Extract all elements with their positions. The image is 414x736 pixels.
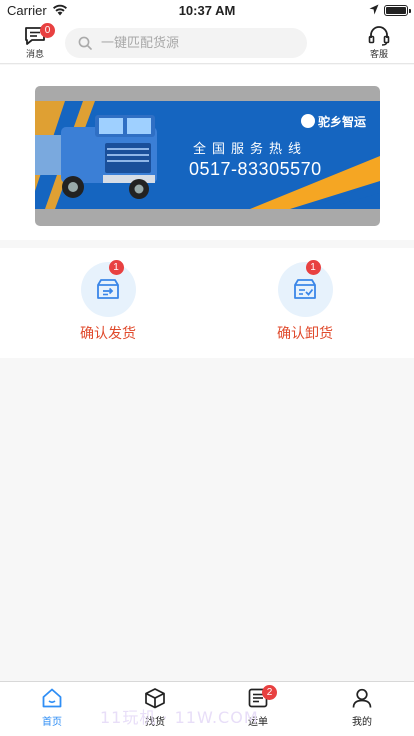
- status-bar: Carrier 10:37 AM: [0, 0, 414, 22]
- tab-home-label: 首页: [42, 717, 62, 728]
- confirm-unload-icon-circle: 1: [277, 260, 333, 317]
- confirm-shipment-badge: 1: [108, 260, 124, 275]
- tab-waybill[interactable]: 2 运单: [228, 685, 288, 733]
- tab-find-goods[interactable]: 找货: [125, 687, 185, 733]
- home-icon: [42, 688, 62, 708]
- banner-service-line: 全国服务热线: [193, 142, 308, 157]
- unload-box-icon: [293, 279, 316, 299]
- banner-section: 驼乡智运 全国服务热线 0517-83305570: [0, 65, 414, 240]
- customer-service-button[interactable]: 客服: [364, 24, 394, 62]
- clock-time: 10:37 AM: [178, 3, 236, 18]
- search-bar[interactable]: [65, 28, 307, 58]
- bottom-tab-bar: 首页 找货 2 运单 我的 11玩机 · 11W.COM: [0, 681, 414, 736]
- user-icon: [352, 688, 372, 708]
- banner-logo-text: 驼乡智运: [318, 115, 367, 129]
- tab-find-goods-label: 找货: [145, 717, 165, 728]
- quick-actions: 1 确认发货 1 确认卸货: [0, 248, 414, 358]
- logo-mark-icon: [301, 114, 315, 128]
- box-icon: [145, 688, 165, 709]
- tab-home[interactable]: 首页: [22, 687, 82, 733]
- search-icon: [78, 36, 92, 50]
- headset-icon: [368, 26, 390, 46]
- confirm-unload-badge: 1: [305, 260, 321, 275]
- banner-phone-number: 0517-83305570: [189, 159, 322, 179]
- battery-icon: [384, 5, 411, 16]
- tab-waybill-badge: 2: [262, 685, 277, 700]
- confirm-shipment-button[interactable]: 1 确认发货: [58, 260, 158, 342]
- banner-artwork: 驼乡智运 全国服务热线 0517-83305570: [35, 101, 380, 209]
- confirm-unload-label: 确认卸货: [277, 326, 333, 342]
- location-arrow-icon: [369, 4, 379, 15]
- confirm-unload-button[interactable]: 1 确认卸货: [255, 260, 355, 342]
- ship-box-icon: [96, 279, 119, 299]
- messages-button[interactable]: 消息 0: [21, 23, 55, 62]
- top-header: 消息 0 客服: [0, 22, 414, 64]
- tab-waybill-label: 运单: [248, 717, 268, 728]
- messages-label: 消息: [25, 50, 44, 60]
- search-input[interactable]: [101, 28, 296, 58]
- promo-banner[interactable]: 驼乡智运 全国服务热线 0517-83305570: [35, 86, 380, 226]
- confirm-shipment-label: 确认发货: [80, 326, 136, 342]
- messages-badge: 0: [40, 23, 55, 38]
- banner-logo: 驼乡智运: [301, 113, 366, 130]
- confirm-shipment-icon-circle: 1: [80, 260, 136, 317]
- tab-mine[interactable]: 我的: [332, 687, 392, 733]
- tab-mine-label: 我的: [352, 717, 372, 728]
- customer-service-label: 客服: [369, 50, 388, 60]
